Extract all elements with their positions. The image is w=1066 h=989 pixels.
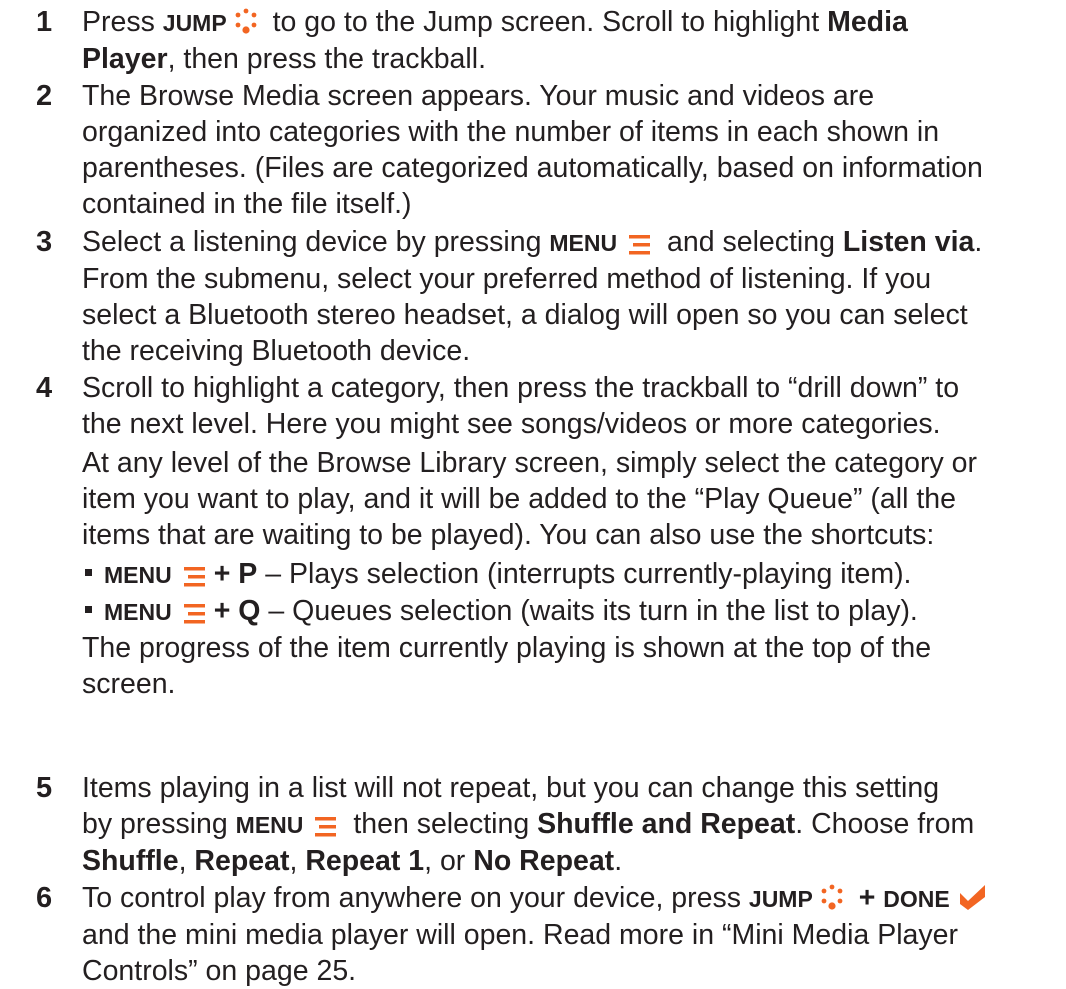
- menu-key-label: MENU: [104, 562, 172, 588]
- shortcut-item: MENU + Q – Queues selection (waits its tu…: [82, 593, 1066, 630]
- step-number: 6: [36, 882, 53, 914]
- jump-key-label: JUMP: [162, 10, 227, 36]
- step-number: 1: [36, 6, 53, 38]
- step-number: 4: [36, 372, 53, 404]
- menu-icon: [182, 598, 206, 624]
- step-text: Press JUMP to go to the Jump screen. Scr…: [82, 6, 908, 75]
- jump-icon: [233, 7, 259, 35]
- bullet-icon: [85, 606, 92, 614]
- shortcut-item: MENU + P – Plays selection (interrupts cu…: [82, 556, 1066, 593]
- menu-icon: [313, 811, 337, 837]
- step-number: 5: [36, 772, 53, 804]
- menu-key-label: MENU: [235, 812, 304, 838]
- step-number: 2: [36, 80, 53, 112]
- step-text: The Browse Media screen appears. Your mu…: [82, 80, 983, 220]
- step-text: Select a listening device by pressing ME…: [82, 226, 983, 367]
- step-text: Items playing in a list will not repeat,…: [82, 772, 975, 877]
- done-check-icon: [958, 883, 988, 911]
- menu-icon: [182, 561, 206, 587]
- jump-icon: [819, 883, 845, 911]
- step-text: Scroll to highlight a category, then pre…: [82, 370, 1066, 702]
- done-key-label: DONE: [883, 886, 950, 912]
- menu-key-label: MENU: [549, 230, 618, 256]
- bullet-icon: [85, 569, 92, 577]
- step-text: To control play from anywhere on your de…: [82, 880, 1066, 989]
- menu-key-label: MENU: [104, 599, 172, 625]
- step-number: 3: [36, 226, 53, 258]
- jump-key-label: JUMP: [748, 886, 813, 912]
- menu-icon: [627, 229, 651, 255]
